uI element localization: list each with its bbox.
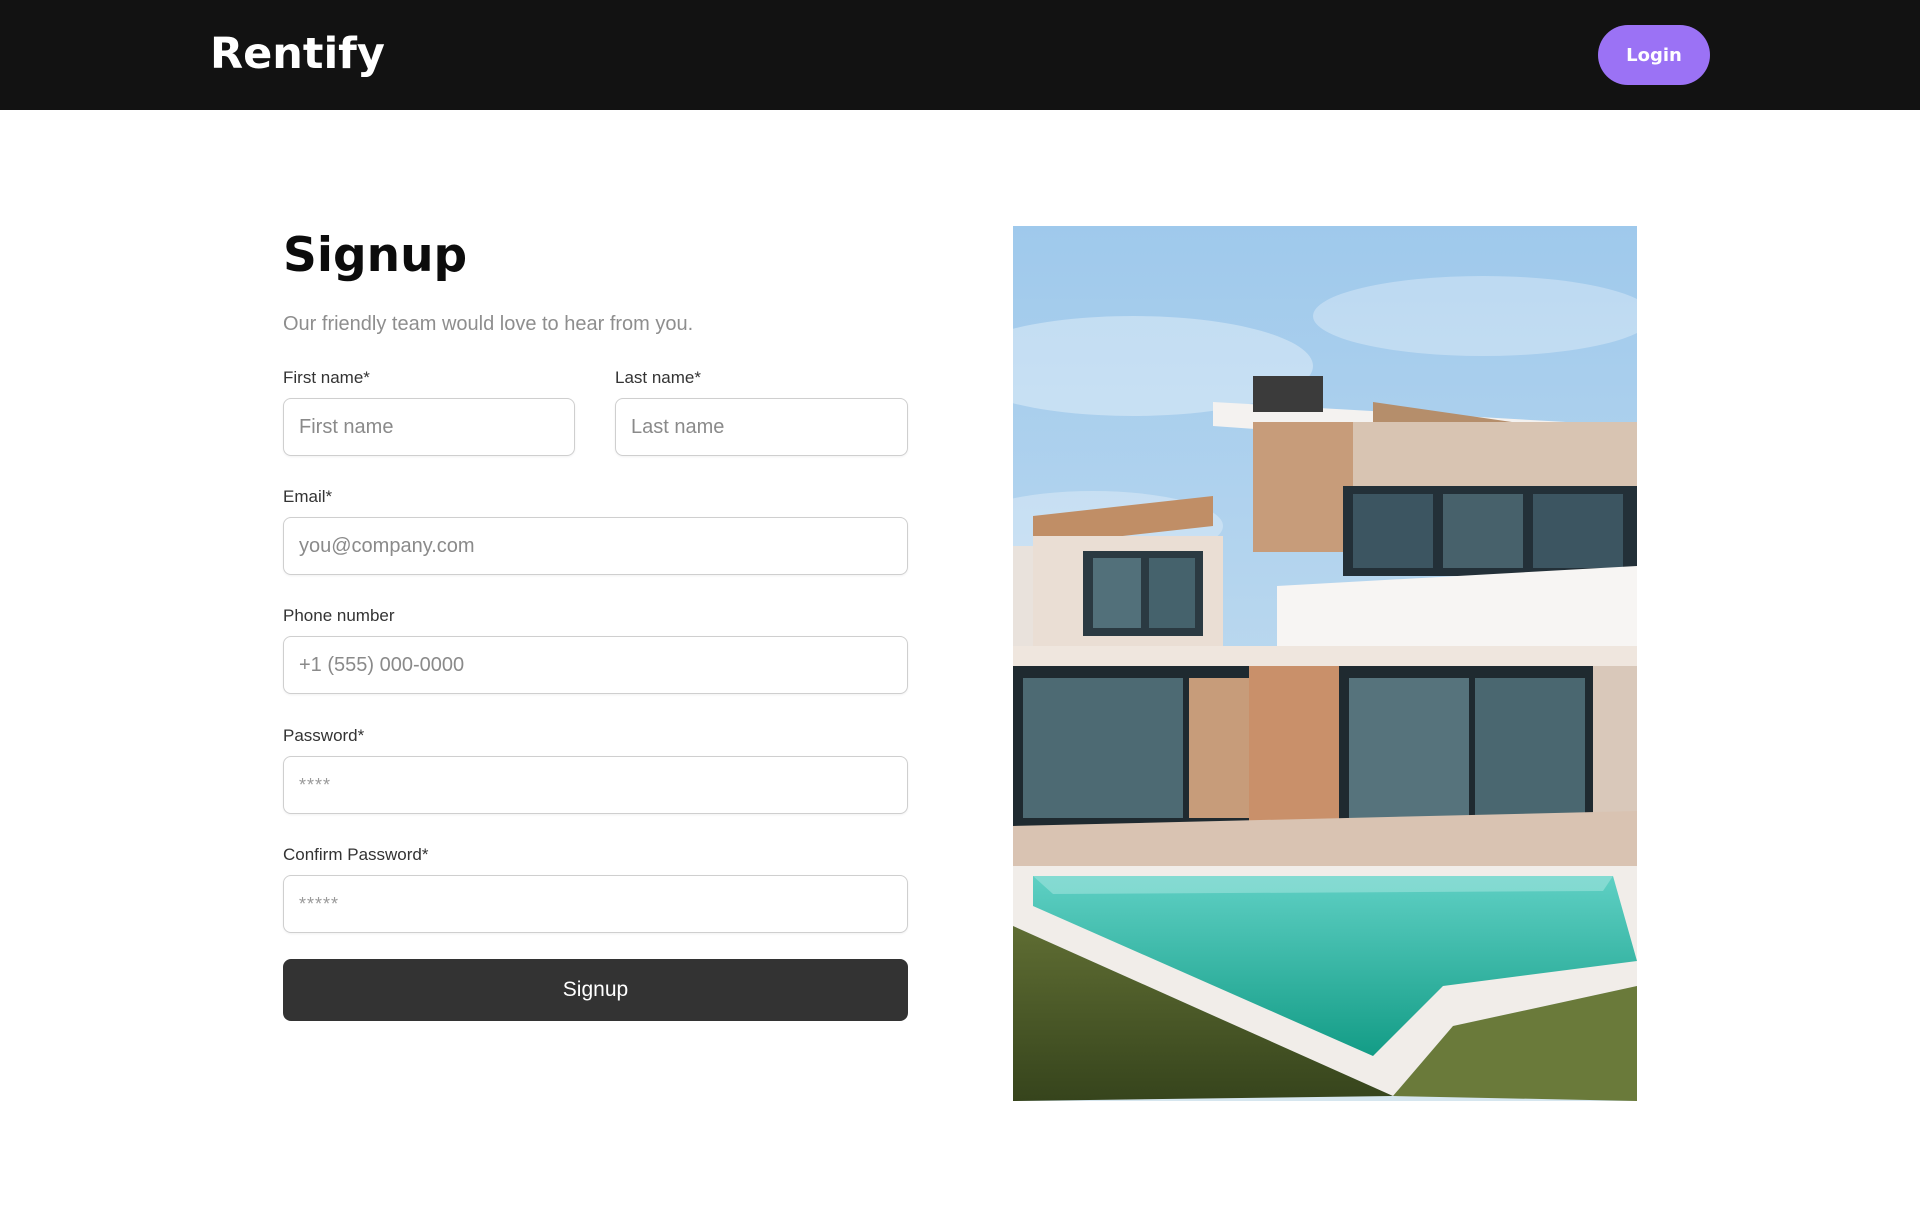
phone-label: Phone number [283, 606, 395, 625]
email-label: Email* [283, 487, 333, 506]
password-input[interactable] [283, 756, 908, 814]
first-name-input[interactable] [283, 398, 575, 456]
first-name-field: First name* [283, 367, 575, 456]
confirm-password-field: Confirm Password* [283, 844, 908, 933]
phone-field: Phone number [283, 605, 908, 694]
signup-button[interactable]: Signup [283, 959, 908, 1021]
password-field: Password* [283, 725, 908, 814]
house-photo [1013, 226, 1637, 1101]
password-label: Password* [283, 726, 365, 745]
email-input[interactable] [283, 517, 908, 575]
login-button[interactable]: Login [1598, 25, 1710, 85]
email-field: Email* [283, 486, 908, 575]
house-illustration [1013, 226, 1637, 1101]
navbar: Rentify Login [0, 0, 1920, 110]
confirm-password-input[interactable] [283, 875, 908, 933]
confirm-password-label: Confirm Password* [283, 845, 429, 864]
phone-input[interactable] [283, 636, 908, 694]
page-subtitle: Our friendly team would love to hear fro… [283, 313, 694, 335]
brand-logo[interactable]: Rentify [210, 26, 385, 82]
page-title: Signup [283, 228, 468, 283]
first-name-label: First name* [283, 368, 370, 387]
last-name-label: Last name* [615, 368, 701, 387]
last-name-field: Last name* [615, 367, 908, 456]
last-name-input[interactable] [615, 398, 908, 456]
